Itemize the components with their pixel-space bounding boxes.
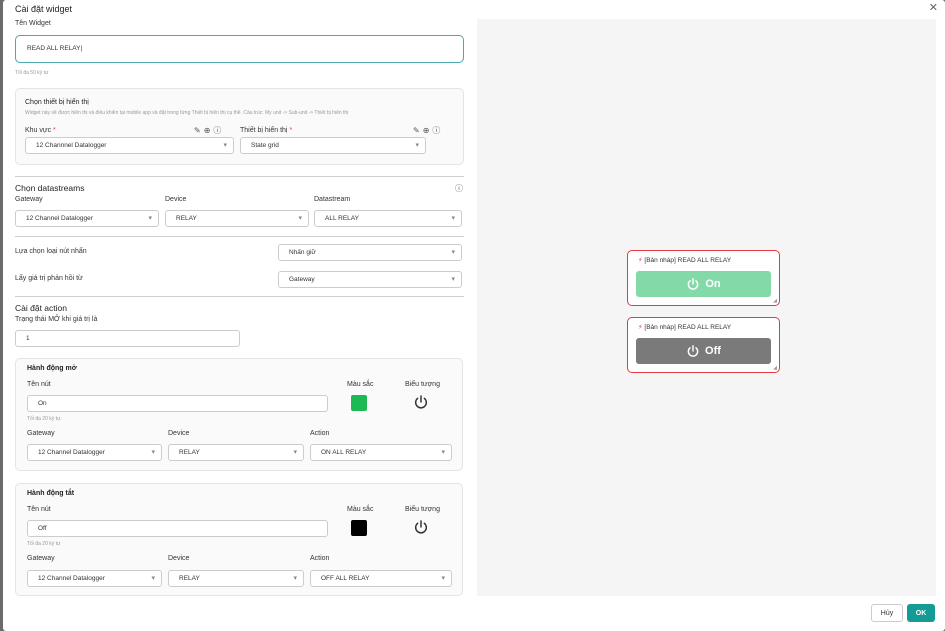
widget-name-hint: Tối đa 50 ký tự <box>15 70 49 76</box>
device-select[interactable]: RELAY <box>165 210 309 227</box>
open-gateway-label: Gateway <box>27 430 55 437</box>
info-icon[interactable]: ⓘ <box>455 183 463 194</box>
close-color-label: Màu sắc <box>347 506 374 513</box>
preview-off-label: Off <box>705 345 721 357</box>
button-type-select[interactable]: Nhấn giữ <box>278 244 462 261</box>
open-icon-label: Biểu tượng <box>405 381 440 388</box>
preview-card-caption: ⚡︎ [Bản nháp] READ ALL RELAY <box>638 257 732 264</box>
widget-name-label: Tên Widget <box>15 20 51 27</box>
widget-name-input[interactable]: READ ALL RELAY| <box>15 35 464 63</box>
power-icon[interactable] <box>413 519 429 535</box>
divider <box>15 236 464 237</box>
device-label: Device <box>165 196 187 203</box>
gateway-label: Gateway <box>15 196 43 203</box>
resize-handle-icon[interactable]: ◢ <box>773 298 777 304</box>
display-device-select[interactable]: State grid <box>240 137 426 154</box>
close-name-hint: Tối đa 20 ký tự <box>27 541 61 547</box>
open-name-label: Tên nút <box>27 381 51 388</box>
divider <box>15 176 464 177</box>
preview-off-button[interactable]: Off <box>636 338 771 364</box>
preview-card-off[interactable]: ⚡︎ [Bản nháp] READ ALL RELAY Off ◢ <box>627 317 780 373</box>
ok-button[interactable]: OK <box>907 604 935 622</box>
open-action-title: Hành động mở <box>27 365 77 372</box>
display-device-label: Thiết bị hiển thị * <box>240 127 293 134</box>
close-device-label: Device <box>168 555 190 562</box>
open-color-label: Màu sắc <box>347 381 374 388</box>
close-icon[interactable]: ✕ <box>929 1 938 14</box>
add-circle-icon[interactable]: ⊕ <box>423 126 433 135</box>
datastreams-title: Chọn datastreams <box>15 183 85 193</box>
preview-card-caption: ⚡︎ [Bản nháp] READ ALL RELAY <box>638 324 732 331</box>
on-value-input[interactable]: 1 <box>15 330 240 347</box>
resize-handle-icon[interactable]: ◢ <box>773 365 777 371</box>
preview-on-button[interactable]: On <box>636 271 771 297</box>
close-action-select[interactable]: OFF ALL RELAY <box>310 570 452 587</box>
power-icon <box>687 345 699 357</box>
area-actions: ✎⊕ⓘ <box>194 125 224 136</box>
divider <box>15 296 464 297</box>
device-display-title: Chọn thiết bị hiển thị <box>25 99 89 106</box>
open-name-hint: Tối đa 20 ký tự <box>27 416 61 422</box>
dialog-title: Cài đặt widget <box>15 4 73 14</box>
close-name-input[interactable]: Off <box>27 520 328 537</box>
datastream-select[interactable]: ALL RELAY <box>314 210 462 227</box>
open-device-select[interactable]: RELAY <box>168 444 304 461</box>
wifi-off-icon: ⚡︎ <box>638 257 643 264</box>
on-value-label: Trạng thái MỞ khi giá trị là <box>15 316 98 323</box>
datastream-label: Datastream <box>314 196 351 203</box>
open-color-swatch[interactable] <box>351 395 367 411</box>
close-name-label: Tên nút <box>27 506 51 513</box>
info-icon[interactable]: ⓘ <box>213 126 224 135</box>
info-icon[interactable]: ⓘ <box>432 126 443 135</box>
close-icon-label: Biểu tượng <box>405 506 440 513</box>
close-gateway-select[interactable]: 12 Channel Datalogger <box>27 570 162 587</box>
feedback-label: Lấy giá trị phản hồi từ <box>15 275 83 282</box>
preview-card-on[interactable]: ⚡︎ [Bản nháp] READ ALL RELAY On ◢ <box>627 250 780 306</box>
open-device-label: Device <box>168 430 190 437</box>
area-select[interactable]: 12 Channnel Datalogger <box>25 137 234 154</box>
close-device-select[interactable]: RELAY <box>168 570 304 587</box>
widget-preview-area: ⚡︎ [Bản nháp] READ ALL RELAY On ◢ ⚡︎ [Bả… <box>477 19 936 596</box>
feedback-select[interactable]: Gateway <box>278 271 462 288</box>
close-gateway-label: Gateway <box>27 555 55 562</box>
preview-on-label: On <box>705 278 721 290</box>
action-title: Cài đặt action <box>15 303 67 313</box>
button-type-label: Lựa chọn loại nút nhấn <box>15 248 87 255</box>
power-icon[interactable] <box>413 394 429 410</box>
close-action-title: Hành động tắt <box>27 490 75 497</box>
power-icon <box>688 278 699 290</box>
area-label: Khu vực * <box>25 127 56 134</box>
open-gateway-select[interactable]: 12 Channel Datalogger <box>27 444 162 461</box>
wifi-off-icon: ⚡︎ <box>638 324 643 331</box>
display-device-actions: ✎⊕ⓘ <box>413 125 443 136</box>
add-circle-icon[interactable]: ⊕ <box>204 126 214 135</box>
close-color-swatch[interactable] <box>351 520 367 536</box>
open-action-label: Action <box>310 430 330 437</box>
close-action-label: Action <box>310 555 330 562</box>
open-name-input[interactable]: On <box>27 395 328 412</box>
device-display-description: Widget này sẽ được hiển thị và điều khiể… <box>25 110 349 116</box>
cancel-button[interactable]: Hủy <box>871 604 903 622</box>
edit-icon[interactable]: ✎ <box>194 126 204 135</box>
widget-settings-dialog: Cài đặt widget ✕ Tên Widget READ ALL REL… <box>3 0 945 631</box>
open-action-select[interactable]: ON ALL RELAY <box>310 444 452 461</box>
gateway-select[interactable]: 12 Channel Datalogger <box>15 210 159 227</box>
edit-icon[interactable]: ✎ <box>413 126 423 135</box>
